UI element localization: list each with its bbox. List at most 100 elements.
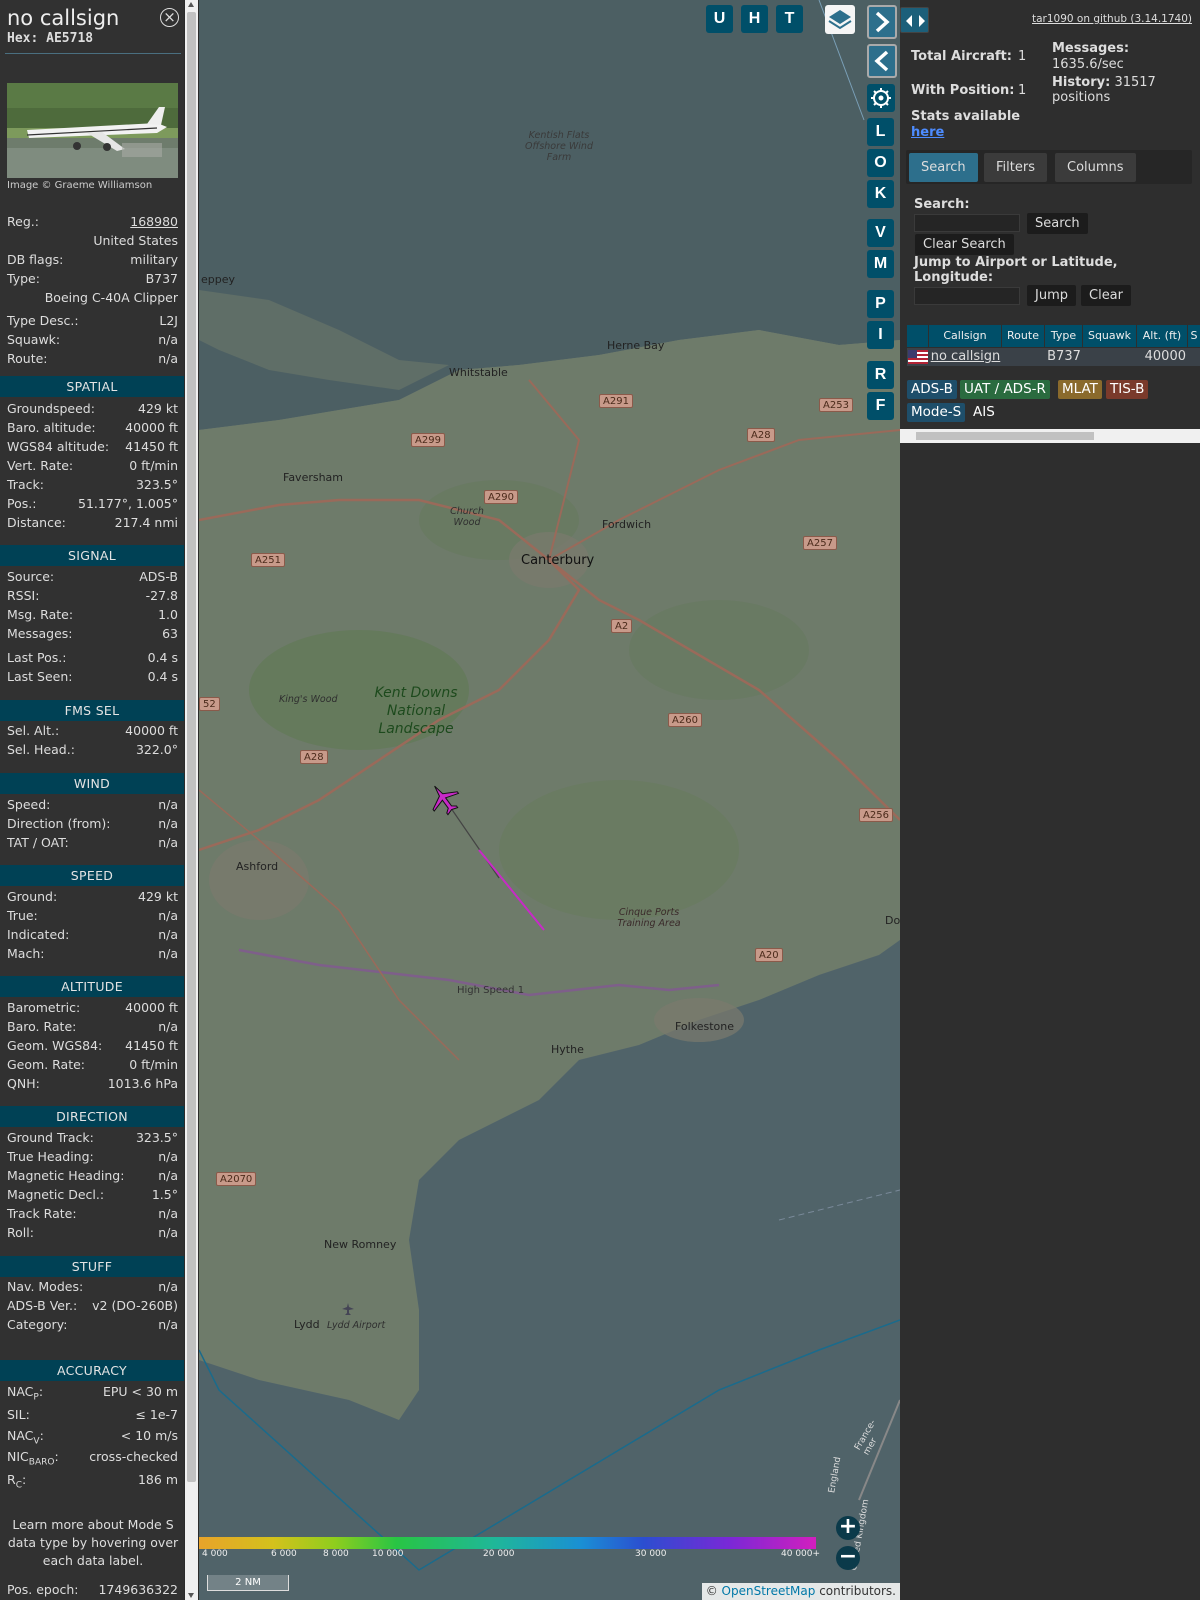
table-header-squawk[interactable]: Squawk xyxy=(1083,325,1136,347)
tab-filters[interactable]: Filters xyxy=(984,153,1047,182)
map-button-r[interactable]: R xyxy=(867,361,894,389)
spatial-row: Groundspeed: 429 kt xyxy=(7,401,178,418)
map-button-h[interactable]: H xyxy=(741,5,768,33)
map-view[interactable]: Kentish Flats Offshore Wind Farm eppey H… xyxy=(199,0,900,1600)
clear-search-button[interactable]: Clear Search xyxy=(915,234,1014,255)
aircraft-info-sidebar: no callsign Hex: AE5718 × Image © Graeme… xyxy=(0,0,184,1600)
scroll-down-arrow-icon[interactable] xyxy=(188,1593,194,1598)
direction-value: n/a xyxy=(158,1168,178,1183)
map-button-o[interactable]: O xyxy=(867,149,894,177)
spatial-label[interactable]: Pos.: xyxy=(7,496,36,511)
aircraft-photo[interactable] xyxy=(7,83,178,178)
altitude-label[interactable]: Barometric: xyxy=(7,1000,80,1015)
accuracy-label[interactable]: RC: xyxy=(7,1472,26,1491)
table-header-route[interactable]: Route xyxy=(1002,325,1044,347)
spatial-value: 40000 ft xyxy=(125,420,178,435)
jump-button[interactable]: Jump xyxy=(1027,285,1076,306)
accuracy-label[interactable]: SIL: xyxy=(7,1407,30,1426)
close-icon[interactable]: × xyxy=(160,8,179,27)
sidebar-scrollbar[interactable] xyxy=(185,0,198,1600)
layers-icon[interactable] xyxy=(825,5,855,34)
direction-label[interactable]: Magnetic Decl.: xyxy=(7,1187,104,1202)
wind-label[interactable]: Speed: xyxy=(7,797,50,812)
signal-label[interactable]: RSSI: xyxy=(7,588,39,603)
table-header-type[interactable]: Type xyxy=(1045,325,1082,347)
tab-search[interactable]: Search xyxy=(909,153,978,182)
github-link[interactable]: tar1090 on github (3.14.1740) xyxy=(1032,13,1192,25)
search-input[interactable] xyxy=(914,214,1020,232)
direction-label[interactable]: Magnetic Heading: xyxy=(7,1168,124,1183)
direction-label[interactable]: Ground Track: xyxy=(7,1130,94,1145)
spatial-label[interactable]: Baro. altitude: xyxy=(7,420,96,435)
direction-label[interactable]: True Heading: xyxy=(7,1149,94,1164)
accuracy-label[interactable]: NACP: xyxy=(7,1384,43,1403)
table-header-speed[interactable]: S xyxy=(1188,325,1200,347)
map-button-u[interactable]: U xyxy=(706,5,733,33)
stuff-label[interactable]: ADS-B Ver.: xyxy=(7,1298,77,1313)
spatial-label[interactable]: Vert. Rate: xyxy=(7,458,73,473)
stuff-label[interactable]: Nav. Modes: xyxy=(7,1279,83,1294)
tab-columns[interactable]: Columns xyxy=(1055,153,1136,182)
direction-label[interactable]: Track Rate: xyxy=(7,1206,77,1221)
direction-label[interactable]: Roll: xyxy=(7,1225,34,1240)
table-horizontal-scrollbar[interactable] xyxy=(900,429,1200,443)
table-header-callsign[interactable]: Callsign xyxy=(929,325,1001,347)
speed-label[interactable]: Indicated: xyxy=(7,927,69,942)
zoom-in-button[interactable]: + xyxy=(836,1516,860,1540)
map-button-p[interactable]: P xyxy=(867,290,894,318)
wind-value: n/a xyxy=(158,797,178,812)
signal-label[interactable]: Last Pos.: xyxy=(7,650,66,665)
map-button-t[interactable]: T xyxy=(776,5,803,33)
road-label: A2 xyxy=(611,619,633,633)
gear-icon[interactable] xyxy=(867,84,895,112)
map-button-f[interactable]: F xyxy=(867,392,894,420)
altitude-label[interactable]: Geom. Rate: xyxy=(7,1057,85,1072)
map-button-k[interactable]: K xyxy=(867,180,894,208)
altitude-label[interactable]: QNH: xyxy=(7,1076,40,1091)
chevron-left-icon[interactable] xyxy=(867,44,897,78)
stats-link[interactable]: here xyxy=(911,125,944,140)
signal-label[interactable]: Source: xyxy=(7,569,54,584)
direction-row: Ground Track: 323.5° xyxy=(7,1130,178,1147)
photo-credit: Image © Graeme Williamson xyxy=(7,180,153,191)
scrollbar-thumb[interactable] xyxy=(916,432,1094,440)
search-button[interactable]: Search xyxy=(1027,213,1088,234)
stuff-label[interactable]: Category: xyxy=(7,1317,67,1332)
table-row-callsign[interactable]: no callsign xyxy=(929,348,1002,366)
wind-label[interactable]: Direction (from): xyxy=(7,816,111,831)
chevron-right-icon[interactable] xyxy=(867,5,897,39)
jump-input[interactable] xyxy=(914,287,1020,305)
altitude-label[interactable]: Geom. WGS84: xyxy=(7,1038,102,1053)
fms-label[interactable]: Sel. Head.: xyxy=(7,742,75,757)
scroll-up-arrow-icon[interactable] xyxy=(188,2,194,7)
altitude-label[interactable]: Baro. Rate: xyxy=(7,1019,76,1034)
map-button-v[interactable]: V xyxy=(867,219,894,247)
accuracy-label[interactable]: NACV: xyxy=(7,1428,44,1447)
squawk-value: n/a xyxy=(158,332,178,347)
signal-label[interactable]: Msg. Rate: xyxy=(7,607,73,622)
wind-label[interactable]: TAT / OAT: xyxy=(7,835,69,850)
spatial-label[interactable]: Track: xyxy=(7,477,44,492)
expand-arrows-icon[interactable] xyxy=(900,7,929,33)
aircraft-icon[interactable] xyxy=(427,782,461,816)
map-button-l[interactable]: L xyxy=(867,118,894,146)
speed-label[interactable]: Ground: xyxy=(7,889,57,904)
accuracy-label[interactable]: NICBARO: xyxy=(7,1449,59,1468)
map-button-i[interactable]: I xyxy=(867,321,894,349)
signal-label[interactable]: Messages: xyxy=(7,626,73,641)
scrollbar-thumb[interactable] xyxy=(187,12,196,1482)
reg-link[interactable]: 168980 xyxy=(130,214,178,229)
spatial-label[interactable]: Groundspeed: xyxy=(7,401,95,416)
speed-label[interactable]: Mach: xyxy=(7,946,44,961)
map-button-m[interactable]: M xyxy=(867,250,894,278)
speed-label[interactable]: True: xyxy=(7,908,38,923)
fms-label[interactable]: Sel. Alt.: xyxy=(7,723,59,738)
accuracy-label-colon: : xyxy=(38,1384,44,1399)
spatial-label[interactable]: Distance: xyxy=(7,515,66,530)
table-header-altitude[interactable]: Alt. (ft) xyxy=(1137,325,1187,347)
osm-link[interactable]: OpenStreetMap xyxy=(722,1584,816,1598)
zoom-out-button[interactable]: − xyxy=(836,1546,860,1570)
spatial-label[interactable]: WGS84 altitude: xyxy=(7,439,109,454)
signal-label[interactable]: Last Seen: xyxy=(7,669,72,684)
clear-jump-button[interactable]: Clear xyxy=(1081,285,1131,306)
